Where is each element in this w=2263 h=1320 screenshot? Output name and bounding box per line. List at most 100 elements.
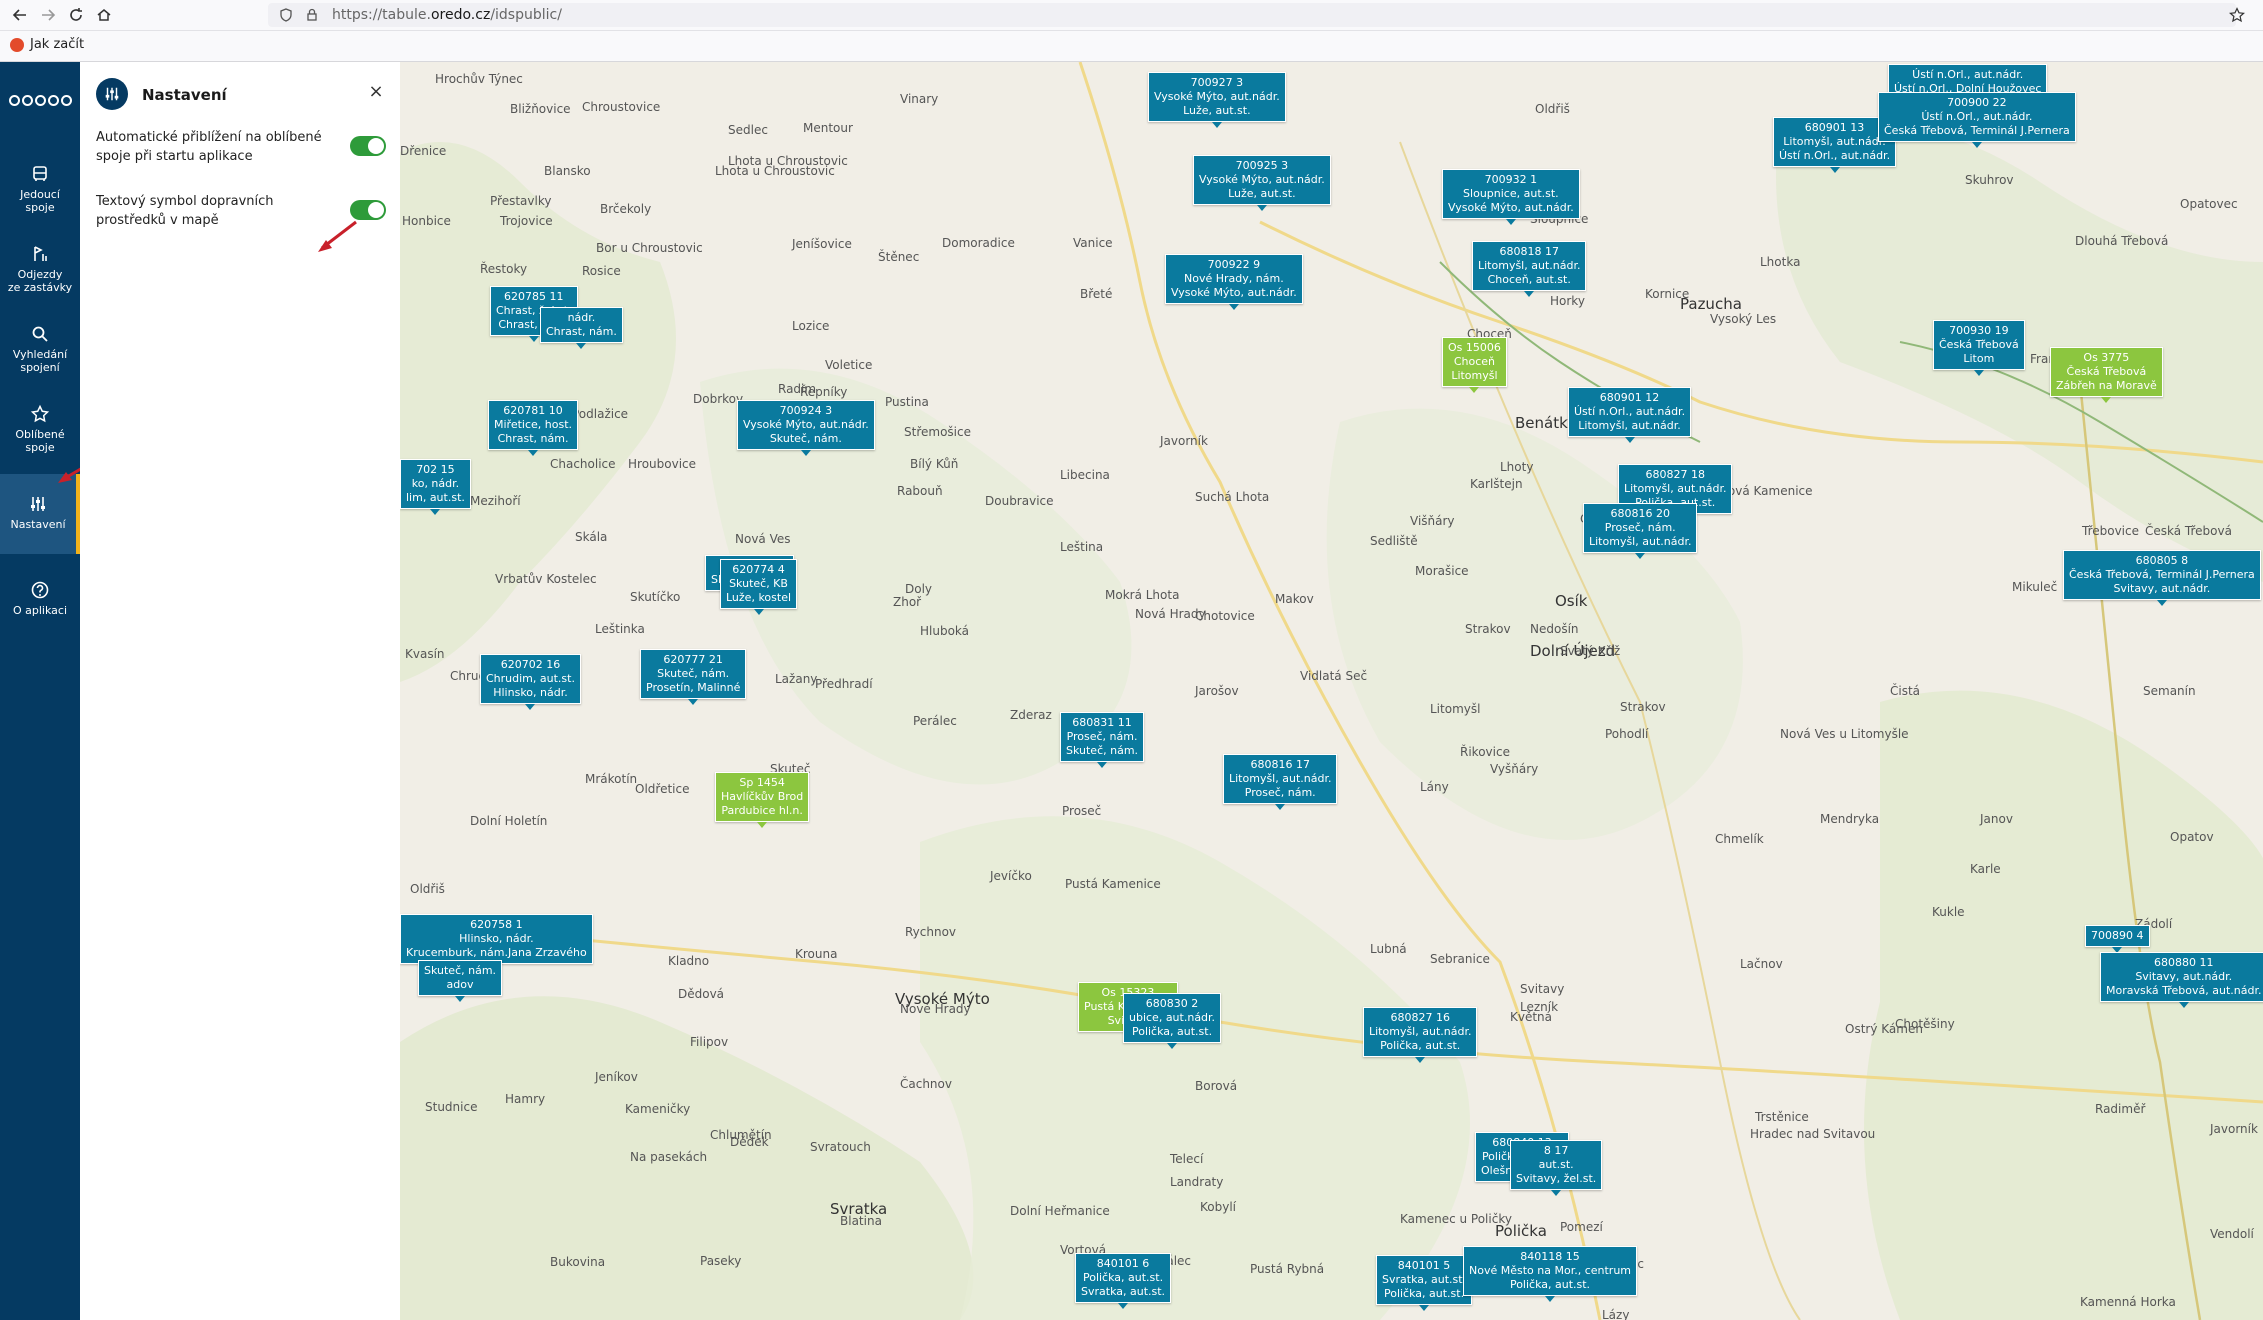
map-place-label: Nové Hrady — [900, 1002, 971, 1016]
map-place-label: Pohodlí — [1605, 727, 1649, 741]
shield-icon[interactable] — [278, 7, 294, 23]
bookmark-jak-zacit[interactable]: Jak začít — [10, 37, 84, 52]
bus-marker[interactable]: 680816 20 Proseč, nám. Litomyšl, aut.nádr. — [1583, 503, 1698, 559]
bus-marker[interactable]: 680830 2 ubice, aut.nádr. Polička, aut.st. — [1123, 993, 1222, 1049]
map-place-label: Řikovice — [1460, 745, 1510, 759]
marker-text: Luže, kostel — [726, 591, 792, 604]
bus-marker[interactable]: 700932 1 Sloupnice, aut.st. Vysoké Mýto, a… — [1442, 169, 1580, 225]
map-place-label: Pomezí — [1560, 1220, 1603, 1234]
map-place-label: Mendryka — [1820, 812, 1880, 826]
sidebar-item-o-aplikaci[interactable]: O aplikaci — [0, 562, 80, 638]
marker-text: Polička, aut.st. — [1131, 1025, 1213, 1038]
marker-text: Luže, aut.st. — [1228, 187, 1296, 200]
map-place-label: Jarošov — [1195, 684, 1239, 698]
toggle-auto-zoom[interactable] — [350, 136, 386, 156]
marker-text: Svratka, aut.st. — [1382, 1273, 1467, 1286]
marker-text: Skuteč, nám. — [769, 432, 842, 445]
bus-marker[interactable]: 702 15 ko, nádr. lim, aut.st. — [400, 459, 471, 515]
bus-marker[interactable]: 680831 11 Proseč, nám. Skuteč, nám. — [1060, 712, 1145, 768]
bus-marker[interactable]: 620781 10 Miřetice, host. Chrast, nám. — [488, 400, 579, 456]
forward-icon[interactable] — [36, 3, 60, 27]
bookmark-label: Jak začít — [30, 37, 85, 52]
sidebar-label: Jedoucí — [20, 188, 60, 201]
map-place-label: Bukovina — [550, 1255, 606, 1269]
train-marker[interactable]: Os 3775 Česká Třebová Zábřeh na Moravě — [2050, 347, 2163, 403]
sidebar-item-odjezdy[interactable]: Odjezdy ze zastávky — [0, 234, 80, 310]
marker-text: 620781 10 — [503, 404, 563, 417]
train-marker[interactable]: Sp 1454 Havlíčkův Brod Pardubice hl.n. — [715, 772, 810, 828]
bus-marker[interactable]: 620758 1 Hlinsko, nádr. Krucemburk, nám.Ja… — [400, 914, 593, 970]
bus-marker[interactable]: 680816 17 Litomyšl, aut.nádr. Proseč, nám. — [1223, 754, 1338, 810]
lock-icon[interactable] — [304, 7, 320, 23]
bus-marker[interactable]: 620774 4 Skuteč, KB Luže, kostel — [720, 559, 798, 615]
marker-text: Ústí n.Orl., aut.nádr. — [1574, 405, 1686, 418]
marker-text: Hlinsko, nádr. — [459, 932, 534, 945]
marker-text: ubice, aut.nádr. — [1129, 1011, 1216, 1024]
map-place-label: Blansko — [544, 164, 591, 178]
bus-marker[interactable]: Skuteč, nám. adov — [418, 960, 503, 1002]
marker-text: Skuteč, KB — [729, 577, 788, 590]
bus-marker[interactable]: 8 17 aut.st. Svitavy, žel.st. — [1510, 1140, 1603, 1196]
sidebar-item-vyhledani[interactable]: Vyhledání spojení — [0, 314, 80, 390]
marker-text: Litomyšl — [1451, 369, 1498, 382]
marker-text: Litomyšl, aut.nádr. — [1783, 135, 1886, 148]
bus-marker[interactable]: 680880 11 Svitavy, aut.nádr. Moravská Třeb… — [2100, 952, 2263, 1008]
marker-text: 840118 15 — [1520, 1250, 1580, 1263]
bus-marker[interactable]: 620702 16 Chrudim, aut.st. Hlinsko, nádr. — [480, 654, 581, 710]
app: Jedoucí spoje Odjezdy ze zastávky Vyhled… — [0, 62, 2263, 1320]
toggle-text-symbol[interactable] — [350, 200, 386, 220]
bus-marker[interactable]: 620777 21 Skuteč, nám. Prosetín, Malinné — [640, 649, 747, 705]
marker-text: 680901 12 — [1599, 391, 1660, 404]
bus-marker[interactable]: 700900 22 Ústí n.Orl., aut.nádr. Česká Tře… — [1878, 92, 2076, 148]
address-bar[interactable]: https://tabule.oredo.cz/idspublic/ — [268, 3, 2236, 27]
bus-marker[interactable]: 700890 4 — [2085, 925, 2150, 953]
map-place-label: Pustina — [885, 395, 929, 409]
bookmark-star-icon[interactable] — [2225, 3, 2249, 27]
map-place-label: Bližňovice — [510, 102, 571, 116]
map-place-label: Vidlatá Seč — [1300, 669, 1368, 683]
url-text[interactable]: https://tabule.oredo.cz/idspublic/ — [332, 7, 562, 23]
panel-title: Nastavení — [142, 86, 227, 104]
bus-marker[interactable]: nádr. Chrast, nám. — [540, 307, 623, 349]
marker-text: 620774 4 — [732, 563, 785, 576]
map-place-label: Lažany — [775, 672, 818, 686]
map-place-label: Česká Třebová — [2145, 524, 2232, 538]
bus-marker[interactable]: 700927 3 Vysoké Mýto, aut.nádr. Luže, aut.… — [1148, 72, 1286, 128]
bus-marker[interactable]: 700924 3 Vysoké Mýto, aut.nádr. Skuteč, ná… — [737, 400, 875, 456]
bus-marker[interactable]: 680901 12 Ústí n.Orl., aut.nádr. Litomyšl,… — [1568, 387, 1692, 443]
map-place-label: Vendolí — [2210, 1227, 2254, 1241]
marker-text: 700927 3 — [1190, 76, 1244, 89]
bus-marker[interactable]: 700925 3 Vysoké Mýto, aut.nádr. Luže, aut.… — [1193, 155, 1331, 211]
bus-marker[interactable]: 840101 5 Svratka, aut.st. Polička, aut.st. — [1376, 1255, 1473, 1311]
marker-text: 680827 16 — [1390, 1011, 1450, 1024]
map-place-label: Svatý Kříž — [1560, 644, 1621, 658]
bus-marker[interactable]: 700922 9 Nové Hrady, nám. Vysoké Mýto, aut… — [1165, 254, 1303, 310]
bus-marker[interactable]: 680818 17 Litomyšl, aut.nádr. Choceň, aut.… — [1472, 241, 1587, 297]
bus-marker[interactable]: 840118 15 Nové Město na Mor., centrum Poli… — [1463, 1246, 1638, 1302]
sidebar-item-jedouci-spoje[interactable]: Jedoucí spoje — [0, 154, 80, 230]
marker-text: Proseč, nám. — [1066, 730, 1138, 743]
marker-text: Ústí n.Orl., aut.nádr. — [1921, 110, 2033, 123]
reload-icon[interactable] — [64, 3, 88, 27]
map-place-label: Makov — [1275, 592, 1314, 606]
bus-marker[interactable]: 700930 19 Česká Třebová Litom — [1933, 320, 2025, 376]
map-place-label: Horky — [1550, 294, 1585, 308]
marker-text: 700930 19 — [1949, 324, 2009, 337]
home-icon[interactable] — [92, 3, 116, 27]
close-icon[interactable]: × — [366, 82, 386, 102]
bus-marker[interactable]: 680827 16 Litomyšl, aut.nádr. Polička, aut… — [1363, 1007, 1478, 1063]
sidebar-label: spojení — [20, 361, 60, 374]
map[interactable]: Hrochův Týnec Bližňovice Chroustovice Vinar… — [400, 62, 2263, 1320]
map-place-label: Radiměř — [2095, 1102, 2146, 1116]
marker-text: Česká Třebová — [2066, 365, 2147, 378]
marker-text: Miřetice, host. — [494, 418, 573, 431]
marker-text: 620702 16 — [500, 658, 561, 671]
marker-text: 680830 2 — [1145, 997, 1199, 1010]
bus-marker[interactable]: 680805 8 Česká Třebová, Terminál J.Perner… — [2063, 550, 2261, 606]
map-place-label: Semanín — [2143, 684, 2196, 698]
marker-text: Nové Hrady, nám. — [1184, 272, 1284, 285]
back-icon[interactable] — [8, 3, 32, 27]
map-place-label: Karle — [1970, 862, 2001, 876]
bus-marker[interactable]: 840101 6 Polička, aut.st. Svratka, aut.st. — [1075, 1253, 1172, 1309]
train-marker[interactable]: Os 15006 Choceň Litomyšl — [1442, 337, 1507, 393]
